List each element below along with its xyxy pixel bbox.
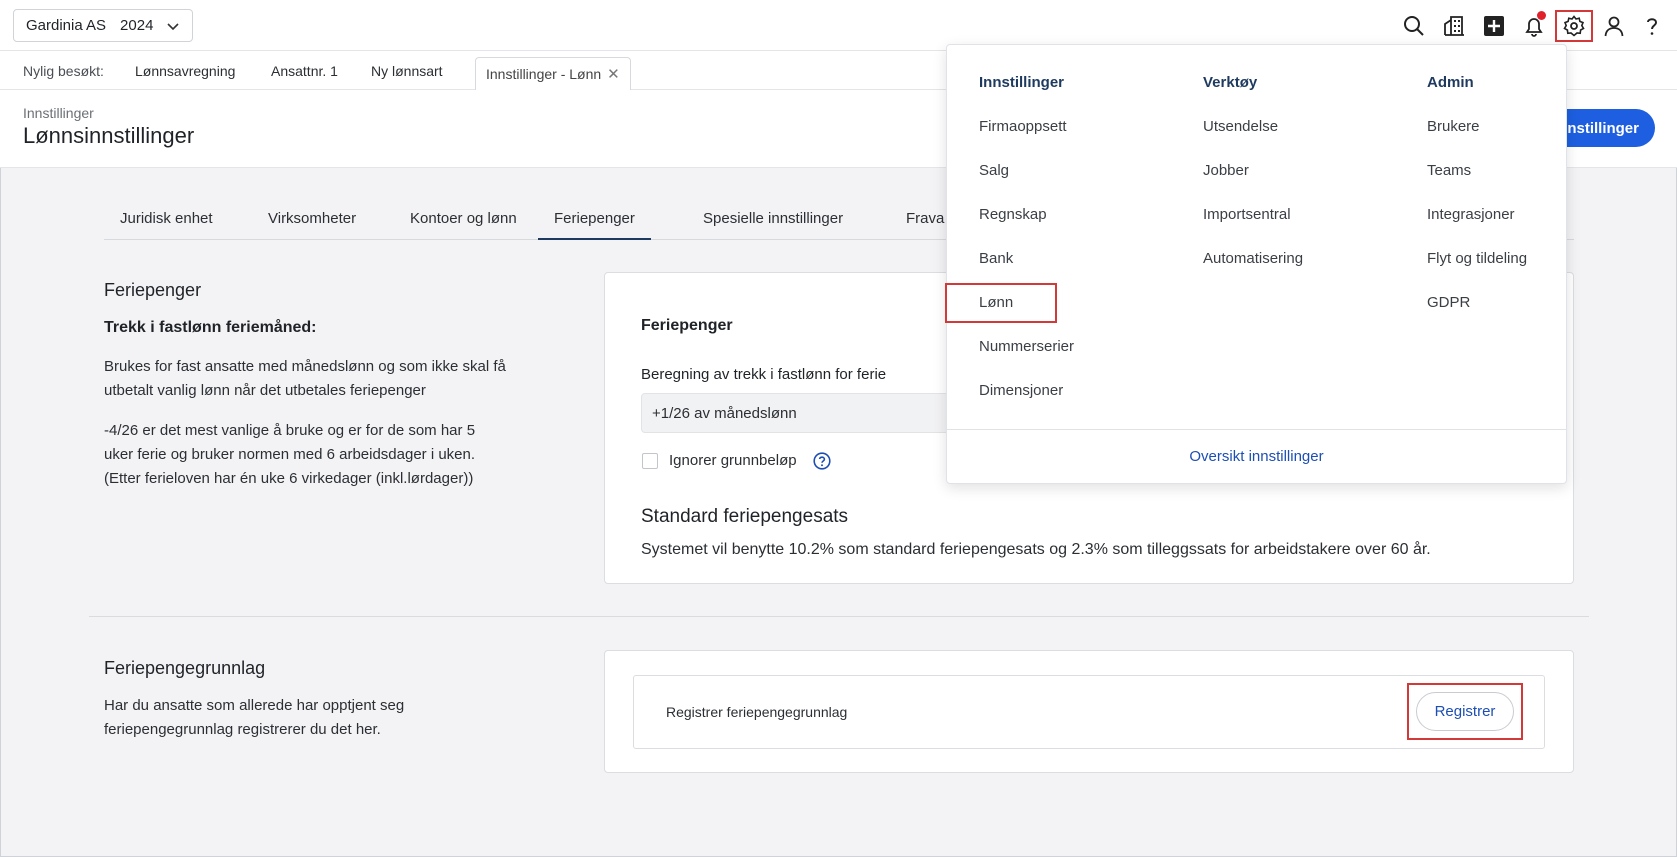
rate-heading: Standard feriepengesats bbox=[641, 506, 849, 527]
menu-item-lonn[interactable]: Lønn bbox=[979, 294, 1013, 311]
close-icon[interactable]: ✕ bbox=[607, 66, 620, 83]
desc-2-line-2: uker ferie og bruker normen med 6 arbeid… bbox=[104, 446, 476, 463]
menu-item-dimensjoner[interactable]: Dimensjoner bbox=[979, 382, 1063, 399]
grunnlag-line-1: Har du ansatte som allerede har opptjent… bbox=[104, 697, 405, 714]
grunnlag-row: Registrer feriepengegrunnlag Registrer bbox=[633, 675, 1545, 749]
menu-item-integrasjoner[interactable]: Integrasjoner bbox=[1427, 206, 1515, 223]
user-icon[interactable] bbox=[1597, 10, 1631, 42]
section-heading-feriepenger: Feriepenger bbox=[104, 280, 202, 300]
menu-heading-verktoy: Verktøy bbox=[1203, 74, 1258, 91]
register-button-label: Registrer bbox=[1434, 703, 1496, 720]
menu-item-nummerserier[interactable]: Nummerserier bbox=[979, 338, 1074, 355]
menu-item-flyt-og-tildeling[interactable]: Flyt og tildeling bbox=[1427, 250, 1527, 267]
section-subheading: Trekk i fastlønn feriemåned: bbox=[104, 319, 317, 336]
section-description-2: -4/26 er det mest vanlige å bruke og er … bbox=[104, 419, 475, 491]
grunnlag-row-label: Registrer feriepengegrunnlag bbox=[666, 704, 848, 720]
register-button[interactable]: Registrer bbox=[1416, 692, 1514, 731]
menu-item-brukere[interactable]: Brukere bbox=[1427, 118, 1480, 135]
tab-virksomheter[interactable]: Virksomheter bbox=[268, 210, 356, 240]
recent-item-current[interactable]: Innstillinger - Lønn ✕ bbox=[475, 57, 631, 91]
section-heading-grunnlag: Feriepengegrunnlag bbox=[104, 658, 266, 678]
help-icon[interactable] bbox=[1635, 10, 1669, 42]
desc-2-line-3: (Etter ferieloven har én uke 6 virkedage… bbox=[104, 470, 474, 487]
recent-item-ansattnr[interactable]: Ansattnr. 1 bbox=[271, 63, 338, 79]
menu-item-jobber[interactable]: Jobber bbox=[1203, 162, 1249, 179]
notification-dot bbox=[1537, 11, 1546, 20]
section-description-1: Brukes for fast ansatte med månedslønn o… bbox=[104, 355, 506, 403]
grunnlag-line-2: feriepengegrunnlag registrerer du det he… bbox=[104, 721, 381, 738]
grunnlag-card: Registrer feriepengegrunnlag Registrer bbox=[604, 650, 1574, 773]
calc-select-value: +1/26 av månedslønn bbox=[652, 405, 797, 422]
page-title: Lønnsinnstillinger bbox=[23, 123, 195, 148]
tab-feriepenger[interactable]: Feriepenger bbox=[538, 210, 651, 240]
top-icon-bar bbox=[1377, 10, 1677, 42]
menu-item-salg[interactable]: Salg bbox=[979, 162, 1009, 179]
menu-item-teams[interactable]: Teams bbox=[1427, 162, 1471, 179]
desc-1-line-1: Brukes for fast ansatte med månedslønn o… bbox=[104, 358, 506, 375]
menu-item-bank[interactable]: Bank bbox=[979, 250, 1013, 267]
ignore-base-label: Ignorer grunnbeløp bbox=[669, 452, 797, 469]
menu-item-automatisering[interactable]: Automatisering bbox=[1203, 250, 1303, 267]
recent-current-label: Innstillinger - Lønn bbox=[486, 66, 602, 82]
help-circle-icon[interactable] bbox=[813, 452, 831, 470]
menu-divider bbox=[947, 429, 1566, 430]
recent-label: Nylig besøkt: bbox=[23, 63, 104, 79]
breadcrumb[interactable]: Innstillinger bbox=[23, 105, 94, 121]
tab-juridisk-enhet[interactable]: Juridisk enhet bbox=[120, 210, 213, 240]
building-icon[interactable] bbox=[1437, 10, 1471, 42]
menu-item-gdpr[interactable]: GDPR bbox=[1427, 294, 1470, 311]
menu-item-regnskap[interactable]: Regnskap bbox=[979, 206, 1047, 223]
tab-fravaer[interactable]: Frava bbox=[906, 210, 944, 240]
add-icon[interactable] bbox=[1477, 10, 1511, 42]
menu-item-firmaoppsett[interactable]: Firmaoppsett bbox=[979, 118, 1067, 135]
card-title: Feriepenger bbox=[641, 317, 733, 334]
settings-menu: Innstillinger Verktøy Admin Firmaoppsett… bbox=[945, 44, 1567, 484]
menu-heading-admin: Admin bbox=[1427, 74, 1474, 91]
grunnlag-description: Har du ansatte som allerede har opptjent… bbox=[104, 694, 404, 742]
company-name: Gardinia AS bbox=[26, 17, 107, 34]
section-divider bbox=[89, 616, 1589, 617]
ignore-base-checkbox[interactable] bbox=[642, 453, 658, 469]
rate-text: Systemet vil benytte 10.2% som standard … bbox=[641, 541, 1431, 558]
gear-icon[interactable] bbox=[1555, 10, 1593, 42]
desc-1-line-2: utbetalt vanlig lønn når det utbetales f… bbox=[104, 382, 426, 399]
tab-spesielle-innstillinger[interactable]: Spesielle innstillinger bbox=[703, 210, 843, 240]
menu-overview-link[interactable]: Oversikt innstillinger bbox=[947, 448, 1566, 465]
tab-kontoer-og-lonn[interactable]: Kontoer og lønn bbox=[410, 210, 517, 240]
calc-field-label: Beregning av trekk i fastlønn for ferie bbox=[641, 366, 887, 383]
recent-item-ny-lonnsart[interactable]: Ny lønnsart bbox=[371, 63, 443, 79]
search-icon[interactable] bbox=[1397, 10, 1431, 42]
menu-item-utsendelse[interactable]: Utsendelse bbox=[1203, 118, 1278, 135]
company-selector[interactable]: Gardinia AS 2024 bbox=[13, 9, 193, 42]
desc-2-line-1: -4/26 er det mest vanlige å bruke og er … bbox=[104, 422, 476, 439]
bell-icon[interactable] bbox=[1517, 10, 1551, 42]
company-year: 2024 bbox=[120, 17, 154, 34]
chevron-down-icon bbox=[167, 23, 179, 31]
menu-item-importsentral[interactable]: Importsentral bbox=[1203, 206, 1291, 223]
menu-heading-innstillinger: Innstillinger bbox=[979, 74, 1065, 91]
recent-item-lonnsavregning[interactable]: Lønnsavregning bbox=[135, 63, 235, 79]
